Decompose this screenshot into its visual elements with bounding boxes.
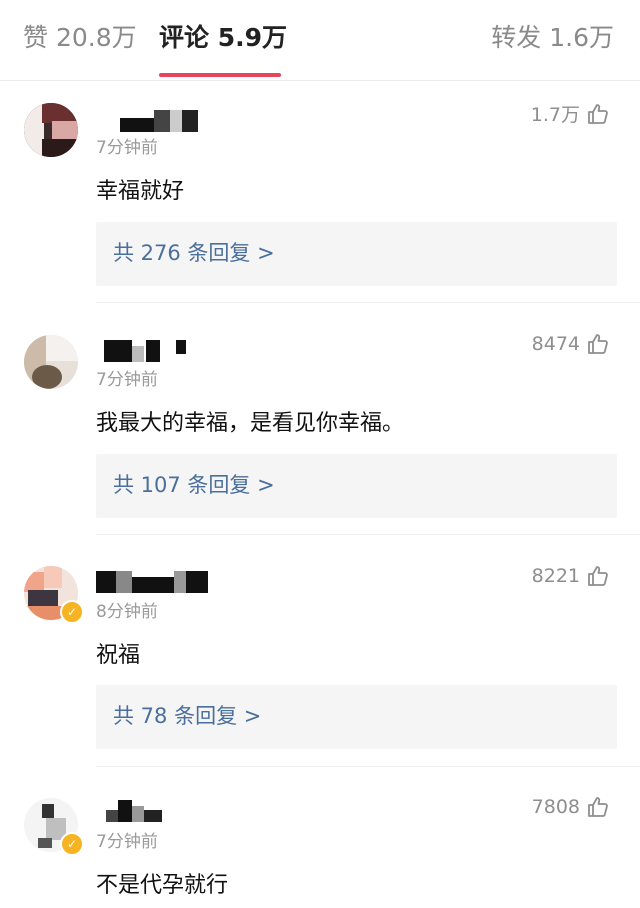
comment-time: 7分钟前 (96, 832, 158, 852)
like-count: 7808 (531, 796, 580, 818)
comment-item: ✓ 7分钟前 7808 不是代孕就行 (0, 0, 640, 908)
thumbs-up-icon (588, 797, 608, 817)
avatar[interactable]: ✓ (24, 798, 84, 856)
comment-text: 不是代孕就行 (96, 873, 229, 898)
username-pixelated[interactable] (96, 800, 166, 822)
verified-badge-icon: ✓ (60, 832, 84, 856)
like-button[interactable]: 7808 (532, 795, 610, 819)
